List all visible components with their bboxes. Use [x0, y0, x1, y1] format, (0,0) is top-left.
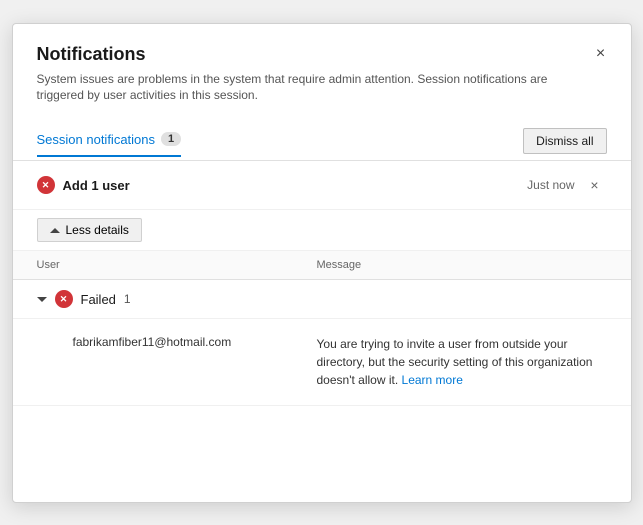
notification-right: Just now ×	[527, 173, 606, 197]
notification-title: Add 1 user	[63, 178, 130, 193]
data-row-message: You are trying to invite a user from out…	[317, 335, 607, 389]
details-toggle-label: Less details	[66, 223, 129, 237]
error-icon	[37, 176, 55, 194]
table-header: User Message	[13, 251, 631, 280]
dialog-subtitle: System issues are problems in the system…	[37, 71, 557, 105]
data-row: fabrikamfiber11@hotmail.com You are tryi…	[13, 319, 631, 406]
tab-label: Session notifications	[37, 132, 156, 147]
data-row-user: fabrikamfiber11@hotmail.com	[37, 335, 317, 389]
close-button[interactable]: ×	[587, 40, 615, 68]
tabs-bar: Session notifications 1 Dismiss all	[13, 120, 631, 161]
column-header-user: User	[37, 259, 317, 271]
chevron-down-icon	[37, 297, 47, 302]
column-header-message: Message	[317, 259, 607, 271]
notification-time: Just now	[527, 178, 574, 192]
notification-row: Add 1 user Just now ×	[13, 161, 631, 210]
notifications-dialog: Notifications System issues are problems…	[12, 23, 632, 503]
details-toggle[interactable]: Less details	[13, 210, 631, 251]
tab-badge: 1	[161, 132, 181, 146]
failed-error-icon	[55, 290, 73, 308]
failed-count: 1	[124, 292, 131, 306]
dismiss-notification-button[interactable]: ×	[583, 173, 607, 197]
chevron-up-icon	[50, 228, 60, 233]
dialog-title: Notifications	[37, 44, 607, 65]
less-details-button[interactable]: Less details	[37, 218, 142, 242]
learn-more-link[interactable]: Learn more	[402, 373, 463, 387]
dismiss-all-button[interactable]: Dismiss all	[523, 128, 606, 154]
failed-group-row[interactable]: Failed 1	[13, 280, 631, 319]
dialog-header: Notifications System issues are problems…	[13, 24, 631, 113]
tab-session-notifications[interactable]: Session notifications 1	[37, 132, 182, 157]
failed-label: Failed	[81, 292, 116, 307]
notification-left: Add 1 user	[37, 176, 130, 194]
